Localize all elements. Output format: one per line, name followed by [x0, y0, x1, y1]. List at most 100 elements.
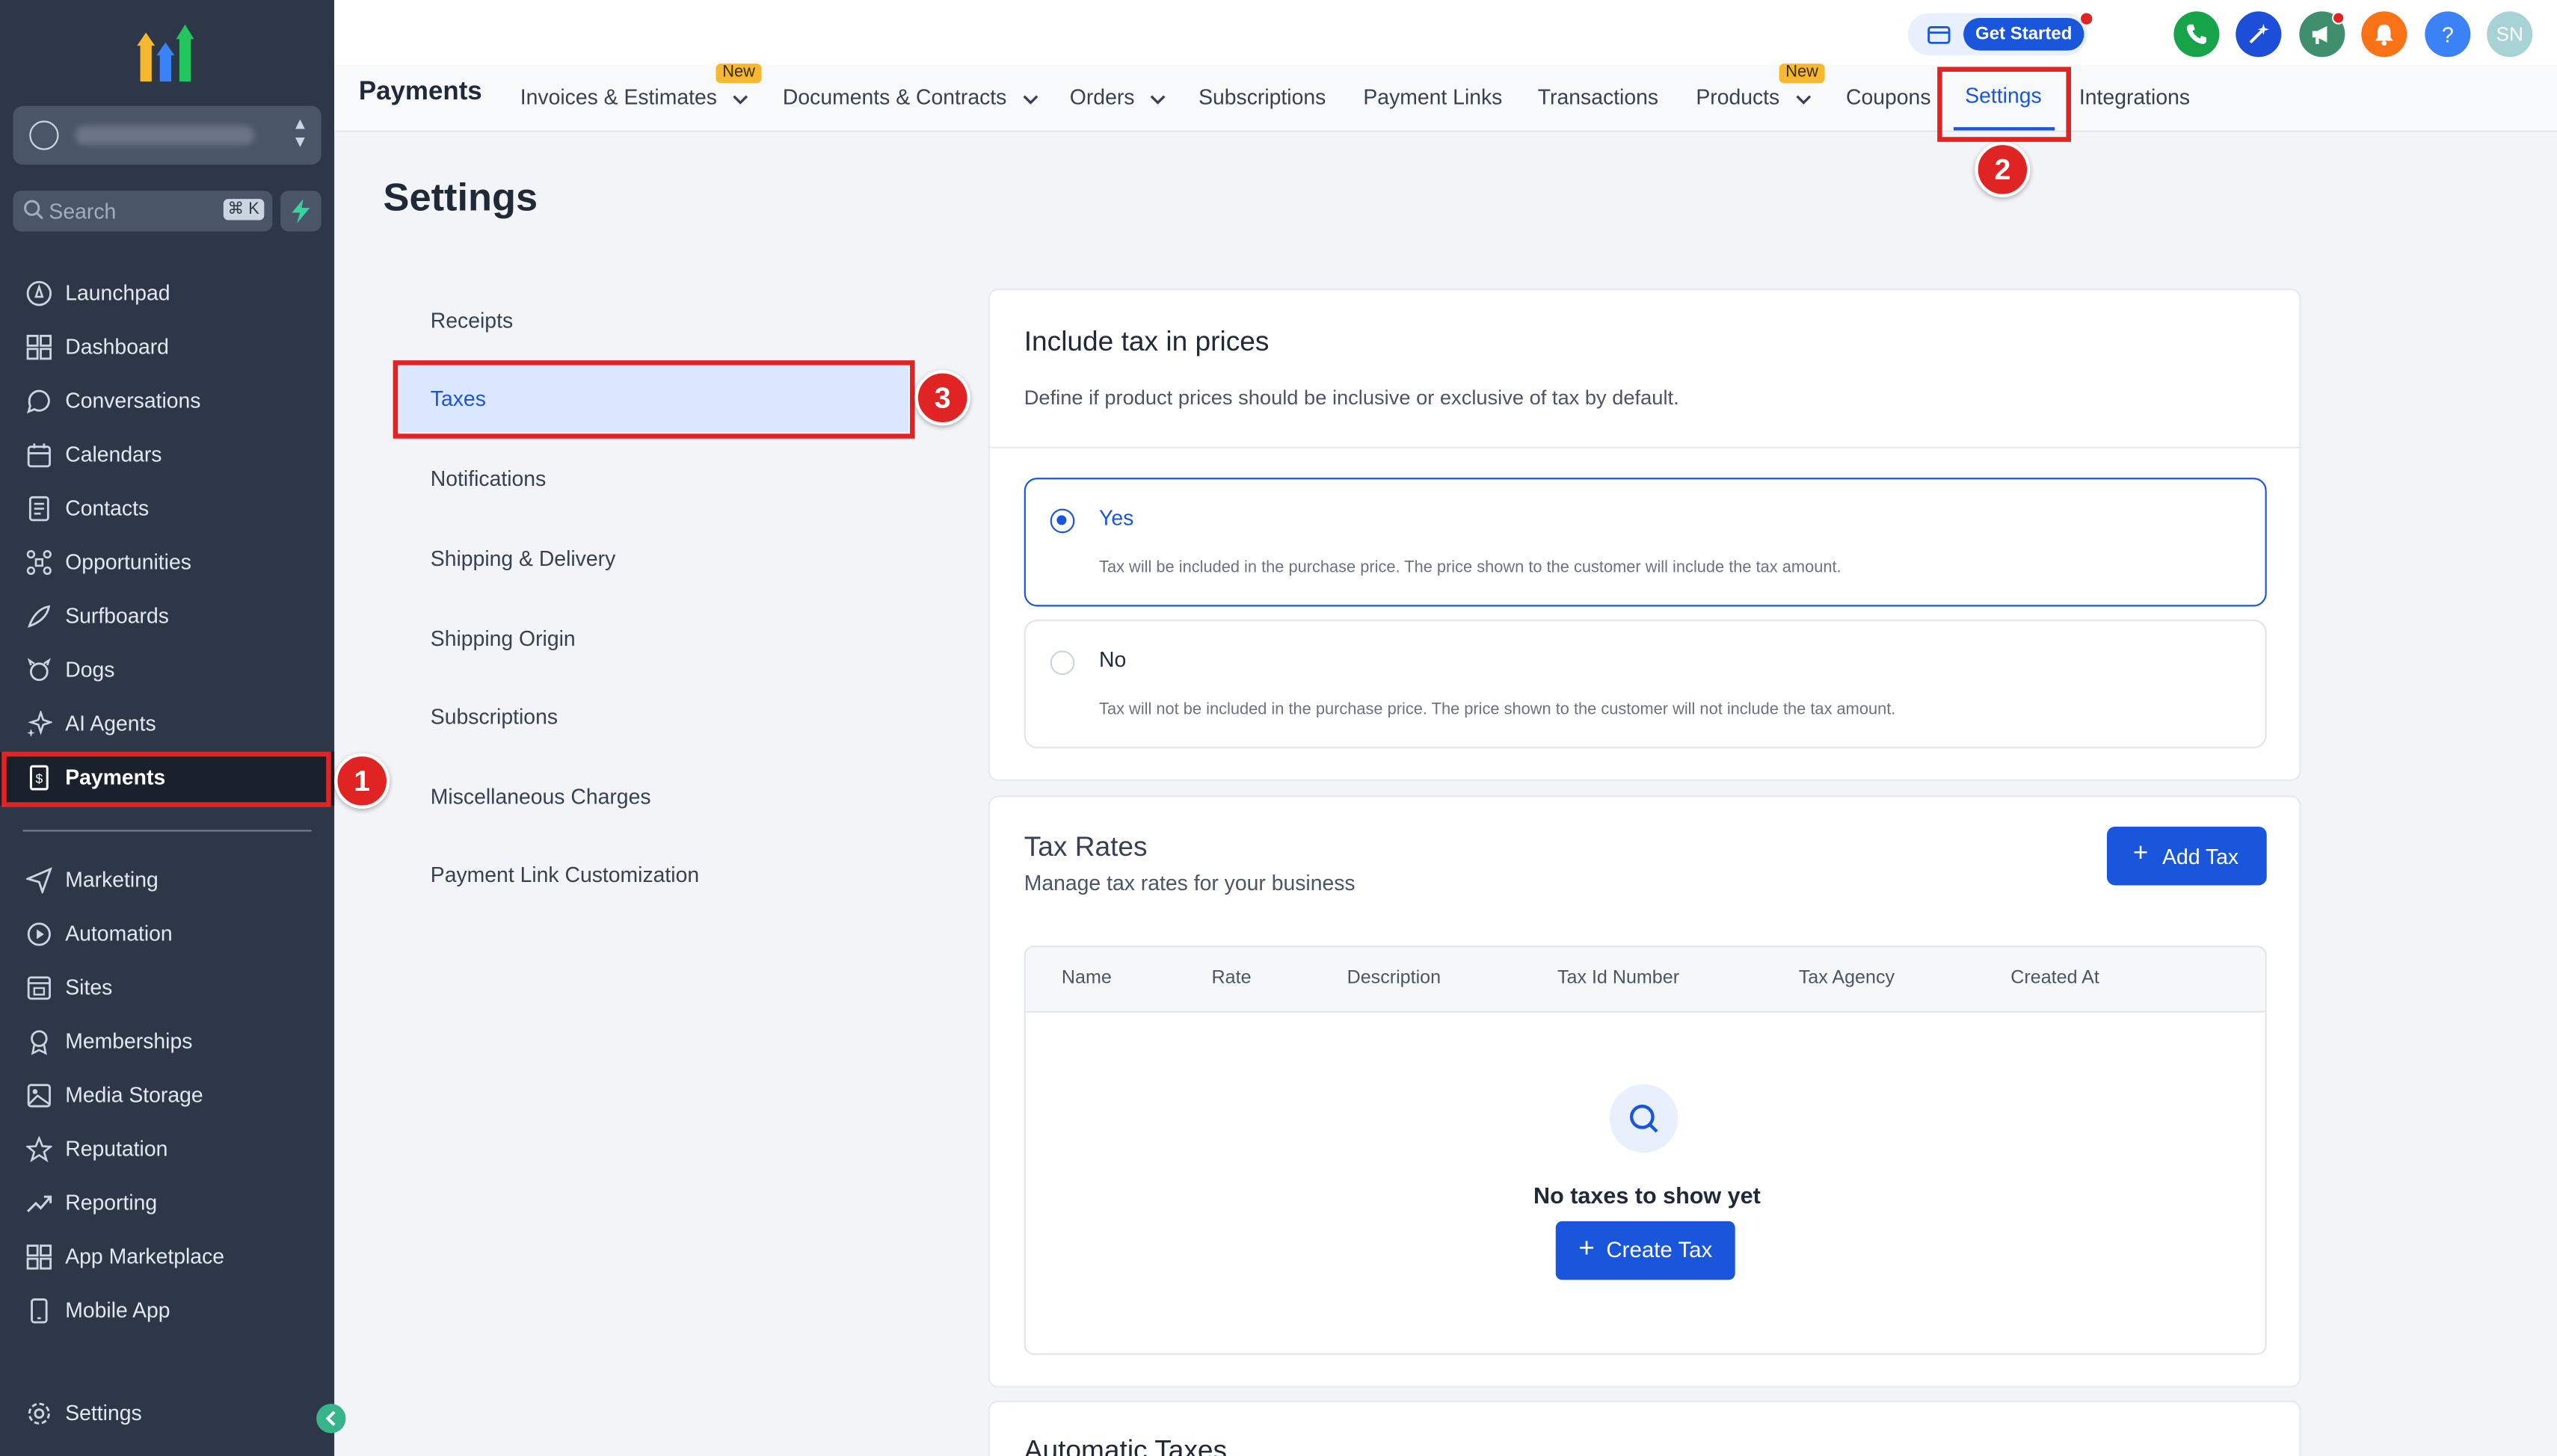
megaphone-icon [2312, 25, 2327, 44]
column-header[interactable]: Description [1347, 969, 1441, 988]
add-tax-button[interactable]: + Add Tax [2106, 826, 2267, 886]
get-started-widget[interactable]: Get Started [1907, 13, 2093, 56]
dog-icon [27, 658, 51, 682]
empty-state-text: No taxes to show yet [1533, 1182, 1761, 1209]
account-switcher[interactable]: ▲ ▼ [13, 105, 321, 165]
sidebar-search[interactable]: Search ⌘ K [13, 191, 273, 232]
tab-label: Subscriptions [1199, 84, 1326, 110]
account-avatar-icon [29, 120, 59, 150]
tab-subscriptions[interactable]: Subscriptions [1199, 84, 1326, 109]
sidebar-item-automation[interactable]: Automation [0, 908, 334, 962]
column-header[interactable]: Tax Id Number [1557, 969, 1679, 988]
column-header[interactable]: Created At [2010, 969, 2099, 988]
option-label: Yes [1099, 505, 1134, 530]
tab-orders[interactable]: Orders [1070, 84, 1166, 109]
radio-unselected[interactable] [1050, 650, 1075, 676]
user-avatar[interactable]: SN [2487, 11, 2533, 58]
award-icon [31, 1030, 48, 1055]
sidebar-item-mobile-app[interactable]: Mobile App [0, 1285, 334, 1339]
sidebar-item-dogs[interactable]: Dogs [0, 644, 334, 698]
sidebar-item-dashboard[interactable]: Dashboard [0, 321, 334, 375]
tab-invoices-estimates[interactable]: Invoices & Estimates [520, 84, 749, 109]
chevron-down-icon [1151, 94, 1166, 104]
svg-text:?: ? [2442, 24, 2454, 46]
mobile-icon [31, 1298, 48, 1324]
sidebar-item-label: Launchpad [65, 280, 170, 305]
grid-icon [26, 334, 52, 360]
sidebar-divider [22, 830, 312, 832]
bell-icon [2375, 24, 2393, 46]
chevron-down-icon [1023, 94, 1039, 104]
create-tax-button[interactable]: + Create Tax [1555, 1221, 1735, 1280]
radio-selected[interactable] [1050, 508, 1075, 534]
tab-transactions[interactable]: Transactions [1538, 84, 1658, 109]
tab-integrations[interactable]: Integrations [2079, 84, 2190, 109]
tab-documents-contracts[interactable]: Documents & Contracts [783, 84, 1039, 109]
sidebar-item-ai-agents[interactable]: AI Agents [0, 698, 334, 752]
sidebar-item-label: Surfboards [65, 603, 169, 628]
settings-menu-notifications[interactable]: Notifications [431, 466, 546, 491]
tab-coupons[interactable]: Coupons [1846, 84, 1931, 109]
option-description: Tax will not be included in the purchase… [1099, 701, 1896, 719]
app-logo[interactable] [134, 19, 199, 84]
sidebar-item-contacts[interactable]: Contacts [0, 483, 334, 537]
sidebar-item-marketing[interactable]: Marketing [0, 854, 334, 908]
include-tax-option-yes[interactable]: Yes Tax will be included in the purchase… [1024, 478, 2267, 607]
card-title: Tax Rates [1024, 831, 1148, 863]
sidebar-item-label: Media Storage [65, 1082, 203, 1108]
sidebar-item-memberships[interactable]: Memberships [0, 1016, 334, 1070]
column-header[interactable]: Name [1062, 969, 1112, 988]
help-button[interactable]: ? [2425, 11, 2471, 58]
quick-action-button[interactable] [280, 191, 321, 232]
ai-assistant-button[interactable] [2236, 11, 2282, 58]
apps-icon [26, 1244, 52, 1270]
sidebar-item-reputation[interactable]: Reputation [0, 1123, 334, 1177]
new-badge: New [716, 64, 762, 84]
chevron-updown-icon: ▲ ▼ [292, 115, 309, 152]
phone-button[interactable] [2173, 11, 2220, 58]
include-tax-option-no[interactable]: No Tax will not be included in the purch… [1024, 619, 2267, 749]
sidebar-item-label: Mobile App [65, 1298, 170, 1323]
tab-payment-links[interactable]: Payment Links [1363, 84, 1502, 109]
sidebar-item-app-marketplace[interactable]: App Marketplace [0, 1231, 334, 1285]
search-shortcut: ⌘ K [222, 199, 265, 220]
settings-menu-receipts[interactable]: Receipts [431, 308, 513, 333]
sidebar-item-sites[interactable]: Sites [0, 962, 334, 1016]
opportunities-icon [26, 550, 52, 576]
plus-icon: + [2132, 839, 2149, 868]
annotation-step-1: 1 [334, 753, 390, 809]
notification-dot [2331, 11, 2345, 25]
announcements-button[interactable] [2299, 11, 2345, 58]
annotation-step-3: 3 [914, 370, 970, 426]
settings-menu-misc-charges[interactable]: Miscellaneous Charges [431, 784, 651, 809]
sidebar-item-settings[interactable]: Settings [0, 1387, 334, 1441]
sidebar-item-reporting[interactable]: Reporting [0, 1177, 334, 1231]
include-tax-card: Include tax in prices Define if product … [988, 289, 2303, 781]
settings-menu-shipping-delivery[interactable]: Shipping & Delivery [431, 546, 615, 571]
chevron-down-icon [733, 94, 748, 104]
tab-label: Integrations [2078, 84, 2191, 110]
sidebar-item-surfboards[interactable]: Surfboards [0, 590, 334, 644]
sidebar-item-calendars[interactable]: Calendars [0, 429, 334, 483]
sidebar-item-media-storage[interactable]: Media Storage [0, 1070, 334, 1123]
sidebar-item-label: Dashboard [65, 334, 169, 359]
question-icon: ? [2442, 24, 2454, 46]
card-title: Automatic Taxes [1024, 1434, 1228, 1456]
settings-menu-payment-link-customization[interactable]: Payment Link Customization [431, 863, 699, 887]
card-divider [989, 446, 2303, 448]
column-header[interactable]: Rate [1212, 969, 1252, 988]
tab-products[interactable]: Products [1696, 84, 1812, 109]
get-started-button[interactable]: Get Started [1963, 17, 2084, 51]
sidebar-item-label: Automation [65, 921, 173, 946]
column-header[interactable]: Tax Agency [1799, 969, 1895, 988]
page-title: Settings [383, 176, 538, 220]
notifications-button[interactable] [2361, 11, 2407, 58]
settings-menu-shipping-origin[interactable]: Shipping Origin [431, 626, 576, 651]
sidebar-item-opportunities[interactable]: Opportunities [0, 537, 334, 590]
sidebar-item-conversations[interactable]: Conversations [0, 375, 334, 429]
sidebar-item-label: Settings [65, 1400, 142, 1425]
settings-menu-subscriptions[interactable]: Subscriptions [431, 704, 558, 729]
sidebar-collapse-button[interactable] [316, 1404, 346, 1434]
bolt-icon [292, 199, 310, 223]
sidebar-item-launchpad[interactable]: Launchpad [0, 268, 334, 321]
